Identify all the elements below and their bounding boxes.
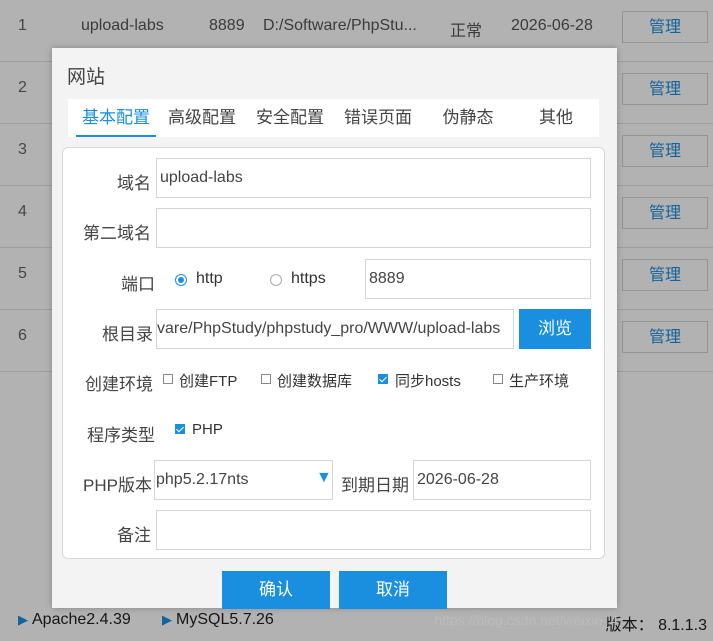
php-version-label: PHP版本: [83, 476, 152, 495]
create-db-label: 创建数据库: [277, 373, 353, 390]
confirm-button[interactable]: 确认: [222, 571, 330, 609]
form-panel: 域名 upload-labs 第二域名 端口 http https 8889 根…: [62, 147, 605, 559]
https-option-label: https: [291, 270, 326, 287]
cancel-button[interactable]: 取消: [339, 571, 447, 609]
root-dir-label: 根目录: [102, 325, 153, 344]
domain-input[interactable]: upload-labs: [156, 158, 591, 198]
note-label: 备注: [117, 526, 151, 545]
port-label: 端口: [121, 275, 155, 294]
port-input[interactable]: 8889: [365, 259, 591, 299]
create-db-checkbox[interactable]: [261, 374, 271, 384]
site-dialog: 网站 基本配置 高级配置 安全配置 错误页面 伪静态 其他 域名 upload-…: [52, 48, 617, 609]
dialog-title: 网站: [67, 67, 106, 88]
domain-label: 域名: [117, 174, 151, 193]
create-env-label: 创建环境: [85, 375, 153, 394]
tab-rewrite[interactable]: 伪静态: [430, 99, 506, 135]
tab-bar: 基本配置 高级配置 安全配置 错误页面 伪静态 其他: [68, 99, 599, 137]
dropdown-arrow-icon[interactable]: ▼: [316, 469, 332, 487]
program-type-label: 程序类型: [87, 426, 155, 445]
production-env-label: 生产环境: [509, 373, 570, 390]
expire-date-input[interactable]: 2026-06-28: [413, 460, 591, 500]
create-ftp-checkbox[interactable]: [163, 374, 173, 384]
tab-basic[interactable]: 基本配置: [76, 99, 156, 137]
tab-other[interactable]: 其他: [518, 99, 594, 135]
php-version-select[interactable]: php5.2.17nts: [154, 460, 333, 500]
php-option-label: PHP: [192, 421, 223, 438]
sync-hosts-checkbox[interactable]: [378, 374, 388, 384]
note-input[interactable]: [156, 510, 591, 550]
expire-date-label: 到期日期: [341, 476, 409, 495]
watermark: https://blog.csdn.net/weixin_4: [434, 612, 618, 628]
tab-security[interactable]: 安全配置: [252, 99, 328, 135]
tab-advanced[interactable]: 高级配置: [164, 99, 240, 135]
browse-button[interactable]: 浏览: [519, 309, 591, 349]
https-radio[interactable]: [270, 274, 282, 286]
tab-error-pages[interactable]: 错误页面: [340, 99, 416, 135]
http-radio[interactable]: [175, 274, 187, 286]
php-checkbox[interactable]: [175, 424, 185, 434]
production-env-checkbox[interactable]: [493, 374, 503, 384]
second-domain-label: 第二域名: [83, 224, 151, 243]
php-version-value: php5.2.17nts: [156, 471, 249, 488]
sync-hosts-label: 同步hosts: [395, 373, 461, 390]
create-ftp-label: 创建FTP: [179, 373, 238, 390]
second-domain-input[interactable]: [156, 208, 591, 248]
root-dir-input[interactable]: vare/PhpStudy/phpstudy_pro/WWW/upload-la…: [156, 309, 514, 349]
http-option-label: http: [196, 270, 223, 287]
